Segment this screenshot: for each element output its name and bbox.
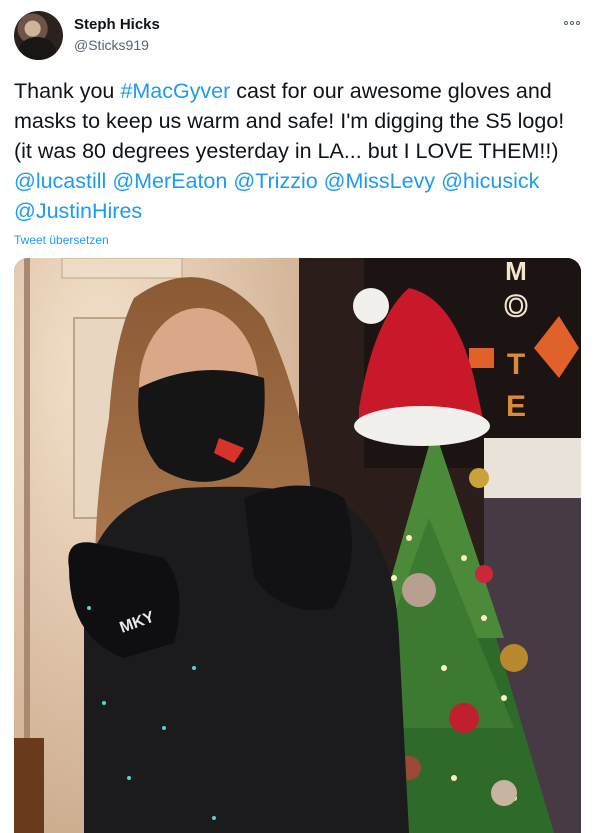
tweet-text: Thank you #MacGyver cast for our awesome…: [14, 76, 586, 226]
mention-link[interactable]: @hicusick: [441, 169, 539, 193]
tweet-text-span: Thank you: [14, 79, 121, 103]
mention-link[interactable]: @lucastill: [14, 169, 106, 193]
more-horizontal-icon[interactable]: [561, 14, 583, 32]
sign-letter-2: T: [507, 348, 525, 381]
mention-link[interactable]: @JustinHires: [14, 199, 142, 223]
author-name[interactable]: Steph Hicks: [74, 16, 160, 33]
mention-link[interactable]: @MerEaton: [112, 169, 227, 193]
author-handle[interactable]: @Sticks919: [74, 37, 149, 53]
avatar[interactable]: [14, 11, 63, 60]
tweet: Steph Hicks @Sticks919 Thank you #MacGyv…: [0, 0, 595, 833]
hashtag-link[interactable]: #MacGyver: [120, 79, 230, 103]
sign-letter-3: E: [506, 390, 526, 423]
mention-link[interactable]: @MissLevy: [324, 169, 435, 193]
translate-link[interactable]: Tweet übersetzen: [14, 233, 109, 247]
sign-letter-1: O: [504, 290, 527, 323]
sign-letter-0: M: [505, 258, 527, 286]
mention-link[interactable]: @Trizzio: [233, 169, 317, 193]
tweet-photo[interactable]: M O T E MKY: [14, 258, 581, 833]
